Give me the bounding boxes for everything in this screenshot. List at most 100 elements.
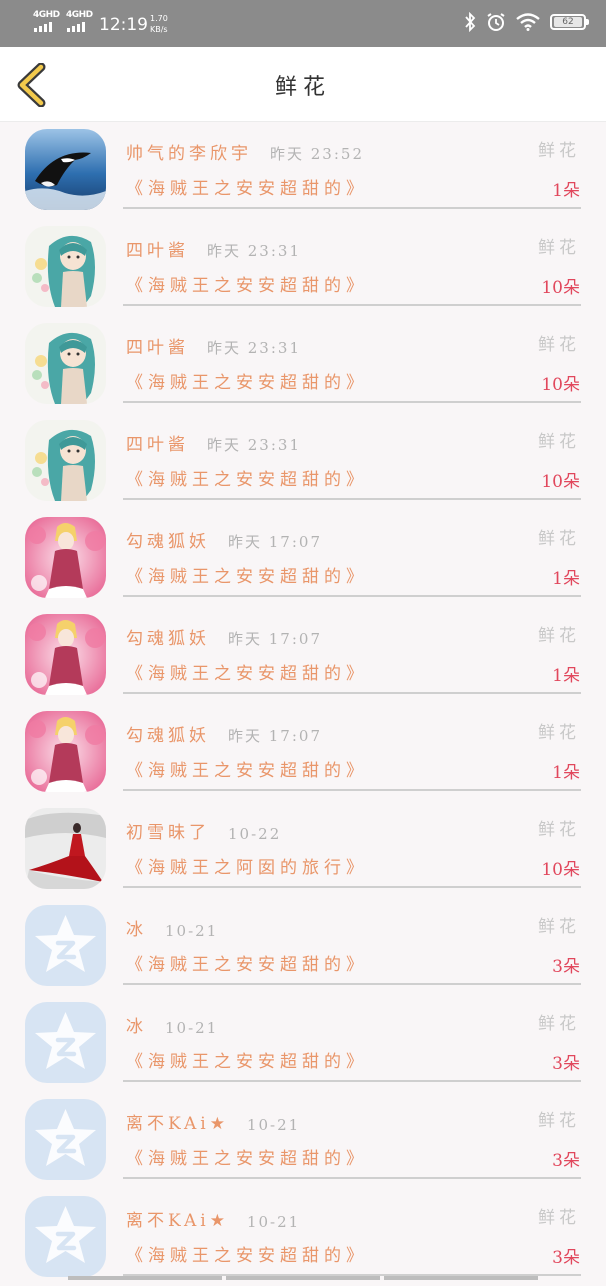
list-item[interactable]: 离不KAi★ 10-21 鲜花《海贼王之安安超甜的》 3朵 xyxy=(0,1092,606,1189)
sender-name[interactable]: 勾魂狐妖 xyxy=(126,527,210,552)
book-title-link[interactable]: 《海贼王之安安超甜的》 xyxy=(126,1241,368,1266)
list-item[interactable]: 冰 10-21 鲜花 《海贼王之安安超甜的》 3朵 xyxy=(0,898,606,995)
wifi-icon xyxy=(516,13,540,31)
book-title-link[interactable]: 《海贼王之安安超甜的》 xyxy=(126,562,368,587)
book-title-link[interactable]: 《海贼王之安安超甜的》 xyxy=(126,659,368,684)
sender-name[interactable]: 勾魂狐妖 xyxy=(126,721,210,746)
avatar[interactable] xyxy=(25,1002,106,1083)
sender-line: 初雪昧了 10-22 xyxy=(126,817,281,843)
sender-name[interactable]: 帅气的李欣宇 xyxy=(126,139,252,164)
gift-type-label: 鲜花 xyxy=(538,141,580,161)
sent-time: 昨天 17:07 xyxy=(228,533,322,551)
divider xyxy=(123,304,581,306)
list-item[interactable]: 初雪昧了 10-22 鲜花《海贼王之阿囡的旅行》 10朵 xyxy=(0,801,606,898)
sender-line: 冰 10-21 xyxy=(126,914,218,940)
divider xyxy=(123,207,581,209)
sender-line: 离不KAi★ 10-21 xyxy=(126,1108,300,1134)
sent-time: 昨天 23:52 xyxy=(270,145,364,163)
divider xyxy=(123,983,581,985)
sender-name[interactable]: 离不KAi★ xyxy=(126,1206,229,1231)
gift-count: 10朵 xyxy=(541,278,580,298)
scroll-indicator xyxy=(68,1276,538,1280)
book-title-link[interactable]: 《海贼王之安安超甜的》 xyxy=(126,950,368,975)
sender-name[interactable]: 初雪昧了 xyxy=(126,818,210,843)
list-item[interactable]: 四叶酱 昨天 23:31 鲜花 《海贼王之安安超甜的》 10朵 xyxy=(0,413,606,510)
network-label-1: 4GHD xyxy=(33,10,60,20)
sent-time: 昨天 23:31 xyxy=(207,436,301,454)
divider xyxy=(123,401,581,403)
gift-count: 3朵 xyxy=(552,1054,580,1074)
divider xyxy=(123,1177,581,1179)
gift-type-label: 鲜花 xyxy=(538,1111,580,1131)
sender-name[interactable]: 四叶酱 xyxy=(126,333,189,358)
list-item[interactable]: 勾魂狐妖 昨天 17:07 鲜花《海贼王之安安超甜的》 1朵 xyxy=(0,510,606,607)
sent-time: 10-21 xyxy=(165,922,219,940)
status-icons: 62 xyxy=(464,12,589,32)
divider xyxy=(123,498,581,500)
avatar[interactable] xyxy=(25,129,106,210)
divider xyxy=(123,886,581,888)
avatar[interactable] xyxy=(25,711,106,792)
book-title-link[interactable]: 《海贼王之安安超甜的》 xyxy=(126,174,368,199)
book-title-link[interactable]: 《海贼王之安安超甜的》 xyxy=(126,368,368,393)
sender-line: 离不KAi★ 10-21 xyxy=(126,1205,300,1231)
gift-count: 10朵 xyxy=(541,375,580,395)
avatar[interactable] xyxy=(25,808,106,889)
book-title-link[interactable]: 《海贼王之安安超甜的》 xyxy=(126,1047,368,1072)
sender-name[interactable]: 离不KAi★ xyxy=(126,1109,229,1134)
sender-name[interactable]: 四叶酱 xyxy=(126,236,189,261)
sender-line: 勾魂狐妖 昨天 17:07 xyxy=(126,720,322,746)
avatar[interactable] xyxy=(25,226,106,307)
gift-count: 3朵 xyxy=(552,1151,580,1171)
sender-name[interactable]: 冰 xyxy=(126,915,147,940)
gift-count: 1朵 xyxy=(552,181,580,201)
sender-name[interactable]: 勾魂狐妖 xyxy=(126,624,210,649)
sender-line: 四叶酱 昨天 23:31 xyxy=(126,429,301,455)
gift-type-label: 鲜花 xyxy=(538,917,580,937)
gift-count: 1朵 xyxy=(552,763,580,783)
sent-time: 10-21 xyxy=(246,1213,301,1231)
gift-count: 10朵 xyxy=(541,860,580,880)
sender-line: 勾魂狐妖 昨天 17:07 xyxy=(126,623,322,649)
list-item[interactable]: 四叶酱 昨天 23:31 鲜花 《海贼王之安安超甜的》 10朵 xyxy=(0,219,606,316)
divider xyxy=(123,789,581,791)
book-title-link[interactable]: 《海贼王之安安超甜的》 xyxy=(126,465,368,490)
list-item[interactable]: 四叶酱 昨天 23:31 鲜花《海贼王之安安超甜的》 10朵 xyxy=(0,316,606,413)
book-title-link[interactable]: 《海贼王之安安超甜的》 xyxy=(126,271,368,296)
battery-icon: 62 xyxy=(550,14,589,30)
gift-type-label: 鲜花 xyxy=(538,820,580,840)
list-item[interactable]: 离不KAi★ 10-21 鲜花 《海贼王之安安超甜的》 3朵 xyxy=(0,1189,606,1286)
list-item[interactable]: 勾魂狐妖 昨天 17:07 鲜花 《海贼王之安安超甜的》 1朵 xyxy=(0,607,606,704)
gift-count: 1朵 xyxy=(552,569,580,589)
sender-name[interactable]: 四叶酱 xyxy=(126,430,189,455)
list-item[interactable]: 勾魂狐妖 昨天 17:07 鲜花 《海贼王之安安超甜的》 1朵 xyxy=(0,704,606,801)
avatar[interactable] xyxy=(25,420,106,501)
gift-type-label: 鲜花 xyxy=(538,432,580,452)
list-item[interactable]: 帅气的李欣宇 昨天 23:52 鲜花《海贼王之安安超甜的》 1朵 xyxy=(0,122,606,219)
sent-time: 昨天 23:31 xyxy=(207,242,301,260)
divider xyxy=(123,692,581,694)
sent-time: 10-21 xyxy=(165,1019,219,1037)
gift-count: 3朵 xyxy=(552,1248,580,1268)
clock: 12:19 xyxy=(99,15,148,35)
book-title-link[interactable]: 《海贼王之阿囡的旅行》 xyxy=(126,853,368,878)
avatar[interactable] xyxy=(25,323,106,404)
book-title-link[interactable]: 《海贼王之安安超甜的》 xyxy=(126,756,368,781)
avatar[interactable] xyxy=(25,614,106,695)
sender-line: 四叶酱 昨天 23:31 xyxy=(126,332,301,358)
sent-time: 昨天 23:31 xyxy=(207,339,301,357)
sender-line: 帅气的李欣宇 昨天 23:52 xyxy=(126,138,364,164)
avatar[interactable] xyxy=(25,905,106,986)
gift-type-label: 鲜花 xyxy=(538,529,580,549)
sender-name[interactable]: 冰 xyxy=(126,1012,147,1037)
sent-time: 昨天 17:07 xyxy=(228,630,322,648)
avatar[interactable] xyxy=(25,1196,106,1277)
sender-line: 四叶酱 昨天 23:31 xyxy=(126,235,301,261)
list-item[interactable]: 冰 10-21 鲜花 《海贼王之安安超甜的》 3朵 xyxy=(0,995,606,1092)
book-title-link[interactable]: 《海贼王之安安超甜的》 xyxy=(126,1144,368,1169)
gift-count: 1朵 xyxy=(552,666,580,686)
sender-line: 冰 10-21 xyxy=(126,1011,218,1037)
avatar[interactable] xyxy=(25,1099,106,1180)
avatar[interactable] xyxy=(25,517,106,598)
gift-type-label: 鲜花 xyxy=(538,335,580,355)
